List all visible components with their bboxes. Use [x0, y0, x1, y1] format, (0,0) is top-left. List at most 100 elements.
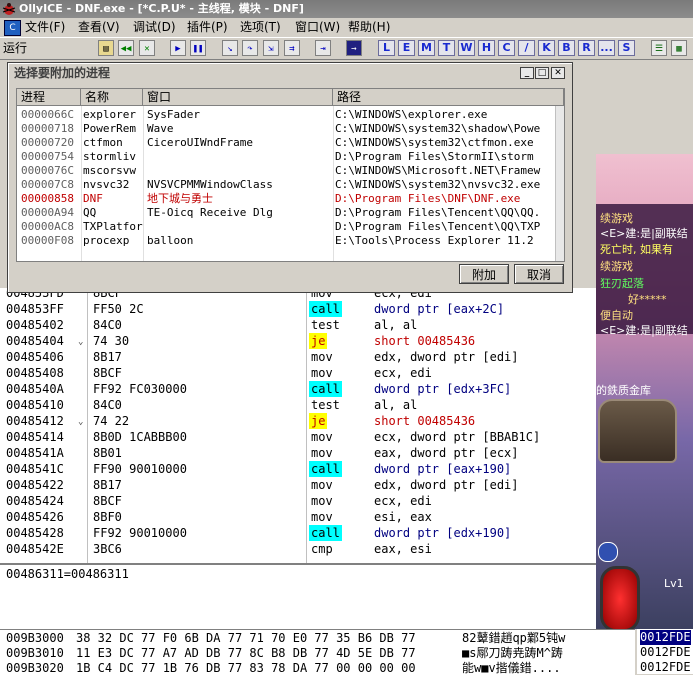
cancel-button[interactable]: 取消	[514, 264, 564, 284]
close-program-icon[interactable]: ✕	[139, 40, 155, 56]
process-row[interactable]: 000007C8 nvsvc32 NVSVCPMMWindowClass C:\WIN…	[17, 178, 557, 192]
disasm-hex: 8BF0	[93, 510, 122, 524]
stack-row[interactable]: 0012FDE	[640, 645, 691, 660]
disasm-address: 00485428	[6, 526, 64, 540]
process-row[interactable]: 00000858 DNF 地下城与勇士 D:\Program Files\DNF\DN…	[17, 192, 557, 206]
disasm-row[interactable]: 00485422 8B17 mov edx, dword ptr [edi]	[0, 477, 596, 493]
disasm-row[interactable]: 0048540A FF92 FC030000 call dword ptr [edx+…	[0, 381, 596, 397]
disasm-row[interactable]: 00485426 8BF0 mov esi, eax	[0, 509, 596, 525]
disassembly-pane[interactable]: 004853FD 8BCF mov ecx, edi 004853FF FF50 2C ca…	[0, 288, 596, 563]
column-header-path[interactable]: 路径	[333, 89, 564, 106]
disasm-row[interactable]: 00485424 8BCF mov ecx, edi	[0, 493, 596, 509]
menu-options[interactable]: 选项(T)	[240, 18, 281, 37]
process-path: D:\Program Files\DNF\DNF.exe	[335, 192, 521, 205]
trace-into-icon[interactable]: ⇲	[263, 40, 279, 56]
close-icon[interactable]: ✕	[551, 67, 565, 79]
process-row[interactable]: 00000F08 procexp balloon E:\Tools\Process E…	[17, 234, 557, 248]
disasm-hex: 8B0D 1CABBB00	[93, 430, 187, 444]
toolbar-windows-button[interactable]: W	[458, 40, 475, 56]
toolbar-modules-button[interactable]: E	[398, 40, 415, 56]
process-window: NVSVCPMMWindowClass	[147, 178, 273, 191]
toolbar-patches-button[interactable]: /	[518, 40, 535, 56]
list-view-icon[interactable]: ☰	[651, 40, 667, 56]
column-header-pid[interactable]: 进程	[17, 89, 81, 106]
restart-icon[interactable]: ◀◀	[118, 40, 134, 56]
goto-icon[interactable]: →	[346, 40, 362, 56]
dump-hex: 38 32 DC 77 F0 6B DA 77 71 70 E0 77 35 B…	[76, 631, 416, 645]
dump-address: 009B3010	[6, 646, 64, 660]
cpu-window-icon[interactable]: C	[4, 20, 21, 36]
disasm-row[interactable]: 00485404 74 30 je short 00485436 ⌄	[0, 333, 596, 349]
stack-row[interactable]: 0012FDE	[640, 660, 691, 674]
process-path: D:\Program Files\Tencent\QQ\TXP	[335, 220, 541, 233]
disasm-row[interactable]: 0048541C FF90 90010000 call dword ptr [eax+…	[0, 461, 596, 477]
menu-help[interactable]: 帮助(H)	[348, 18, 390, 37]
process-row[interactable]: 00000720 ctfmon CiceroUIWndFrame C:\WINDOWS…	[17, 136, 557, 150]
column-header-name[interactable]: 名称	[81, 89, 143, 106]
disasm-row[interactable]: 00485428 FF92 90010000 call dword ptr [edx+…	[0, 525, 596, 541]
maximize-icon[interactable]: □	[535, 67, 549, 79]
disasm-row[interactable]: 0048541A 8B01 mov eax, dword ptr [ecx]	[0, 445, 596, 461]
process-row[interactable]: 00000754 stormliv D:\Program Files\StormII…	[17, 150, 557, 164]
minimize-icon[interactable]: _	[520, 67, 534, 79]
disasm-row[interactable]: 00485412 74 22 je short 00485436 ⌄	[0, 413, 596, 429]
toolbar-breakpoints-button[interactable]: B	[558, 40, 575, 56]
execute-till-return-icon[interactable]: ⇥	[315, 40, 331, 56]
disasm-operand: edx, dword ptr [edi]	[374, 478, 519, 492]
menu-plugins[interactable]: 插件(P)	[187, 18, 228, 37]
step-over-icon[interactable]: ↷	[242, 40, 258, 56]
tile-view-icon[interactable]: ▦	[671, 40, 687, 56]
process-row[interactable]: 00000AC8 TXPlatfor D:\Program Files\Tencen…	[17, 220, 557, 234]
pause-icon[interactable]: ❚❚	[190, 40, 206, 56]
attach-button[interactable]: 附加	[459, 264, 509, 284]
process-window: balloon	[147, 234, 194, 247]
menu-debug[interactable]: 调试(D)	[133, 18, 176, 37]
process-row[interactable]: 00000A94 QQ TE-Oicq Receive Dlg D:\Program …	[17, 206, 557, 220]
disasm-operand: al, al	[374, 318, 418, 332]
disasm-row[interactable]: 00485410 84C0 test al, al	[0, 397, 596, 413]
step-into-icon[interactable]: ↘	[222, 40, 238, 56]
trace-over-icon[interactable]: ⇉	[284, 40, 300, 56]
process-row[interactable]: 0000066C explorer SysFader C:\WINDOWS\explo…	[17, 108, 557, 122]
stack-pane[interactable]: 0012FDE 0012FDE 0012FDE	[637, 629, 693, 674]
disasm-opcode: call	[309, 381, 342, 397]
process-list[interactable]: 进程 名称 窗口 路径 0000066C explorer SysFader C:\W…	[16, 88, 565, 262]
toolbar-cpu-button[interactable]: C	[498, 40, 515, 56]
process-name: nvsvc32	[83, 178, 130, 191]
menu-window[interactable]: 窗口(W)	[295, 18, 340, 37]
disasm-row[interactable]: 00485408 8BCF mov ecx, edi	[0, 365, 596, 381]
disasm-opcode: mov	[311, 478, 333, 492]
menu-view[interactable]: 查看(V)	[78, 18, 120, 37]
menu-file[interactable]: 文件(F)	[25, 18, 65, 37]
treasure-chest-icon	[598, 399, 677, 463]
column-separator	[306, 288, 307, 563]
toolbar-callstack-button[interactable]: K	[538, 40, 555, 56]
process-list-scrollbar[interactable]	[555, 106, 564, 261]
toolbar-source-button[interactable]: S	[618, 40, 635, 56]
disasm-row[interactable]: 00485402 84C0 test al, al	[0, 317, 596, 333]
disasm-row[interactable]: 0048542E 3BC6 cmp eax, esi	[0, 541, 596, 557]
open-icon[interactable]: ▤	[98, 40, 114, 56]
toolbar-threads-button[interactable]: T	[438, 40, 455, 56]
process-name: stormliv	[83, 150, 136, 163]
run-icon[interactable]: ▶	[170, 40, 186, 56]
process-row[interactable]: 00000718 PowerRem Wave C:\WINDOWS\system32\…	[17, 122, 557, 136]
disasm-row[interactable]: 00485414 8B0D 1CABBB00 mov ecx, dword ptr […	[0, 429, 596, 445]
column-header-window[interactable]: 窗口	[143, 89, 333, 106]
process-pid: 00000720	[21, 136, 74, 149]
disasm-row[interactable]: 00485406 8B17 mov edx, dword ptr [edi]	[0, 349, 596, 365]
stack-row[interactable]: 0012FDE	[640, 630, 691, 645]
toolbar-memory-button[interactable]: M	[418, 40, 435, 56]
toolbar-run-trace-button[interactable]: ...	[598, 40, 615, 56]
disasm-operand: dword ptr [eax+2C]	[374, 302, 505, 316]
toolbar-references-button[interactable]: R	[578, 40, 595, 56]
toolbar-log-button[interactable]: L	[378, 40, 395, 56]
process-name: mscorsvw	[83, 164, 136, 177]
memory-dump-pane[interactable]: 009B3000 38 32 DC 77 F0 6B DA 77 71 70 E0…	[0, 629, 635, 675]
process-row[interactable]: 0000076C mscorsvw C:\WINDOWS\Microsoft.NET…	[17, 164, 557, 178]
toolbar-handles-button[interactable]: H	[478, 40, 495, 56]
run-status: 运行	[3, 41, 28, 55]
disasm-hex: 8BCF	[93, 494, 122, 508]
process-window: 地下城与勇士	[147, 192, 213, 205]
disasm-row[interactable]: 004853FF FF50 2C call dword ptr [eax+2C]	[0, 301, 596, 317]
